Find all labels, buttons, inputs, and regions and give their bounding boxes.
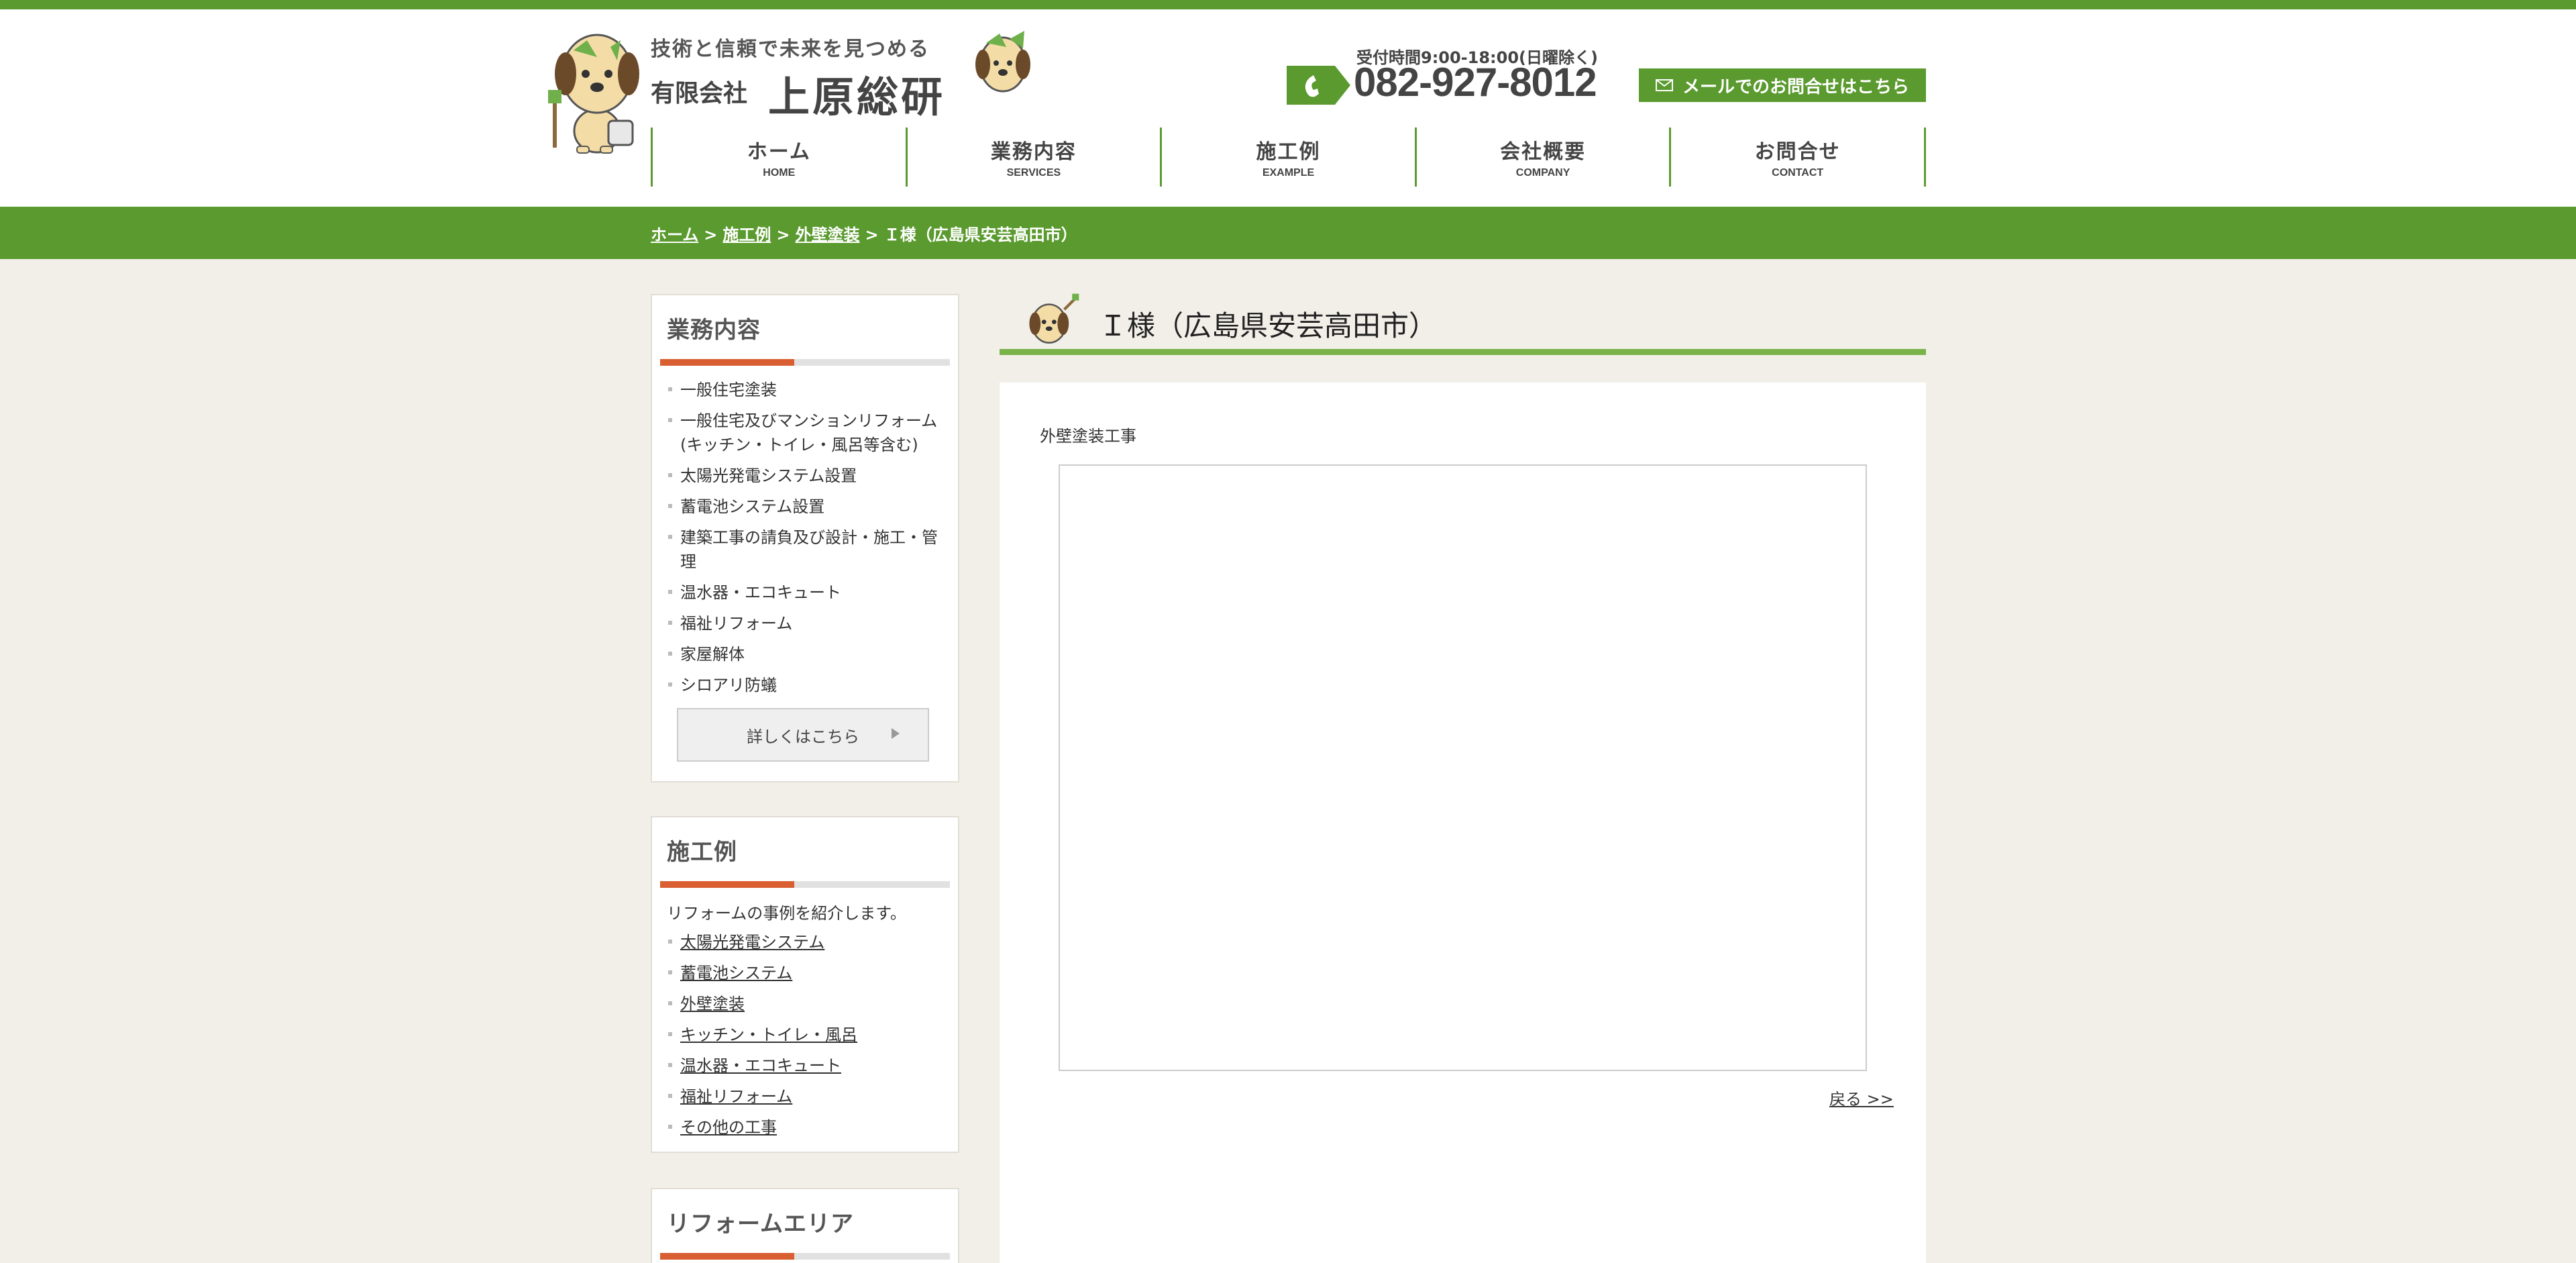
nav-sublabel: SERVICES (1006, 167, 1061, 179)
sidebar-services-box: 業務内容 一般住宅塗装 一般住宅及びマンションリフォーム(キッチン・トイレ・風呂… (651, 294, 959, 782)
list-item: シロアリ防蟻 (660, 673, 950, 697)
more-button-label: 詳しくはこちら (747, 727, 859, 746)
nav-sublabel: CONTACT (1772, 167, 1824, 179)
mascot-heading-icon (1029, 293, 1079, 344)
sidebar-title-rule (660, 1253, 950, 1260)
list-item: その他の工事 (660, 1115, 950, 1140)
nav-sublabel: HOME (763, 167, 796, 179)
phone-number[interactable]: 082-927-8012 (1354, 59, 1597, 105)
list-item: 温水器・エコキュート (660, 1054, 950, 1078)
list-item: 蓄電池システム (660, 961, 950, 985)
sidebar-title-rule (660, 359, 950, 366)
nav-label: ホーム (747, 140, 811, 164)
nav-item-company[interactable]: 会社概要 COMPANY (1414, 128, 1670, 187)
sidebar-area-box: リフォームエリア (651, 1188, 959, 1263)
example-link-battery[interactable]: 蓄電池システム (680, 964, 792, 982)
sidebar-examples-title: 施工例 (667, 839, 737, 866)
logo-company-type: 有限会社 (651, 80, 748, 107)
list-item: 建築工事の請負及び設計・施工・管理 (660, 525, 950, 574)
examples-list: 太陽光発電システム 蓄電池システム 外壁塗装 キッチン・トイレ・風呂 温水器・エ… (660, 930, 950, 1140)
list-item: キッチン・トイレ・風呂 (660, 1023, 950, 1047)
mascot-painter-icon (548, 34, 639, 154)
list-item: 太陽光発電システム (660, 930, 950, 954)
nav-sublabel: COMPANY (1515, 167, 1570, 179)
logo-tagline: 技術と信頼で未来を見つめる (651, 38, 930, 61)
mascot-small-icon (975, 31, 1030, 93)
phone-icon (1287, 66, 1350, 105)
breadcrumb-examples-link[interactable]: 施工例 (722, 225, 771, 244)
sidebar-area-title: リフォームエリア (667, 1211, 854, 1237)
breadcrumb-bar (0, 207, 2576, 259)
mail-inquiry-button[interactable]: メールでのお問合せはこちら (1639, 68, 1926, 102)
list-item: 福祉リフォーム (660, 1084, 950, 1109)
example-link-exterior[interactable]: 外壁塗装 (680, 995, 745, 1013)
mail-button-label: メールでのお問合せはこちら (1682, 77, 1909, 97)
example-link-water-heater[interactable]: 温水器・エコキュート (680, 1056, 841, 1075)
logo-company-name: 上原総研 (768, 72, 946, 121)
sidebar-title-rule (660, 881, 950, 888)
nav-item-contact[interactable]: お問合せ CONTACT (1669, 128, 1926, 187)
nav-item-example[interactable]: 施工例 EXAMPLE (1160, 128, 1415, 187)
list-item: 一般住宅塗装 (660, 378, 950, 402)
nav-label: お問合せ (1754, 140, 1841, 164)
services-more-button[interactable]: 詳しくはこちら (677, 708, 929, 762)
breadcrumb: ホーム > 施工例 > 外壁塗装 > Ｉ様（広島県安芸高田市） (651, 221, 1077, 245)
services-list: 一般住宅塗装 一般住宅及びマンションリフォーム(キッチン・トイレ・風呂等含む) … (660, 378, 950, 697)
photo-frame (1059, 464, 1867, 1071)
list-item: 家屋解体 (660, 642, 950, 666)
breadcrumb-separator: > (704, 225, 718, 244)
breadcrumb-separator: > (776, 225, 790, 244)
nav-label: 会社概要 (1500, 140, 1587, 164)
list-item: 一般住宅及びマンションリフォーム(キッチン・トイレ・風呂等含む) (660, 409, 950, 457)
arrow-right-icon (892, 728, 900, 739)
list-item: 外壁塗装 (660, 992, 950, 1016)
page-title: Ｉ様（広島県安芸高田市） (1099, 309, 1438, 342)
list-item: 福祉リフォーム (660, 611, 950, 636)
list-item: 蓄電池システム設置 (660, 495, 950, 519)
content-panel: 外壁塗装工事 戻る >> (1000, 383, 1926, 1263)
list-item: 太陽光発電システム設置 (660, 464, 950, 488)
title-underline (1000, 349, 1926, 355)
example-link-solar[interactable]: 太陽光発電システム (680, 933, 824, 952)
breadcrumb-separator: > (865, 225, 879, 244)
nav-label: 施工例 (1256, 140, 1321, 164)
nav-item-home[interactable]: ホーム HOME (651, 128, 906, 187)
nav-label: 業務内容 (990, 140, 1077, 164)
example-link-welfare[interactable]: 福祉リフォーム (680, 1087, 792, 1106)
breadcrumb-home-link[interactable]: ホーム (651, 225, 698, 244)
work-type-label: 外壁塗装工事 (1040, 427, 1136, 446)
example-link-other[interactable]: その他の工事 (680, 1118, 777, 1137)
sidebar-examples-box: 施工例 リフォームの事例を紹介します。 太陽光発電システム 蓄電池システム 外壁… (651, 816, 959, 1153)
top-accent-bar (0, 0, 2576, 9)
nav-sublabel: EXAMPLE (1262, 167, 1315, 179)
examples-description: リフォームの事例を紹介します。 (667, 904, 906, 923)
back-link[interactable]: 戻る >> (1829, 1086, 1894, 1109)
mail-icon (1655, 79, 1673, 91)
sidebar-services-title: 業務内容 (667, 317, 761, 344)
breadcrumb-current: Ｉ様（広島県安芸高田市） (883, 225, 1077, 244)
breadcrumb-category-link[interactable]: 外壁塗装 (796, 225, 860, 244)
example-link-kitchen[interactable]: キッチン・トイレ・風呂 (680, 1025, 857, 1044)
list-item: 温水器・エコキュート (660, 580, 950, 605)
main-heading: Ｉ様（広島県安芸高田市） (1000, 290, 1926, 357)
main-nav: ホーム HOME 業務内容 SERVICES 施工例 EXAMPLE 会社概要 … (651, 128, 1926, 187)
nav-item-services[interactable]: 業務内容 SERVICES (905, 128, 1161, 187)
